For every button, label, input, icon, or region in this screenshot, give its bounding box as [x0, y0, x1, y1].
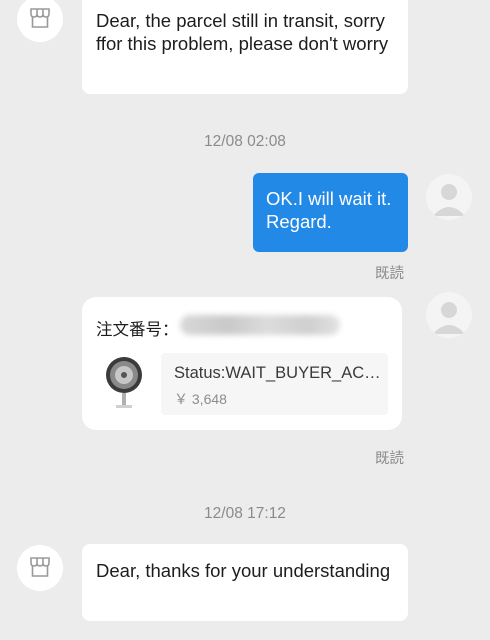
- user-avatar[interactable]: [426, 174, 472, 220]
- shop-avatar[interactable]: [17, 0, 63, 42]
- timestamp: 12/08 02:08: [204, 133, 286, 150]
- read-receipt: 既読: [375, 266, 404, 282]
- chat-conversation: Dear, the parcel still in transit, sorry…: [0, 0, 490, 640]
- storefront-icon: [30, 557, 50, 577]
- order-number-redacted: [180, 315, 340, 335]
- message-text: OK.I will wait it. Regard.: [266, 188, 392, 232]
- order-card[interactable]: 注文番号： Status:WAIT_BUYER_ACCEPT_GOODS ￥ 3…: [82, 297, 402, 430]
- order-status: Status:WAIT_BUYER_ACCEPT_GOODS: [174, 364, 386, 382]
- message-bubble-incoming[interactable]: Dear, the parcel still in transit, sorry…: [82, 0, 408, 94]
- message-bubble-incoming[interactable]: Dear, thanks for your understanding: [82, 544, 408, 621]
- message-text: Dear, the parcel still in transit, sorry…: [96, 10, 389, 54]
- read-receipt: 既読: [375, 451, 404, 467]
- product-thumbnail[interactable]: [102, 353, 146, 413]
- order-number-label: 注文番号：: [96, 321, 179, 339]
- person-icon: [433, 302, 465, 334]
- product-info[interactable]: Status:WAIT_BUYER_ACCEPT_GOODS ￥ 3,648: [161, 353, 388, 415]
- storefront-icon: [30, 8, 50, 28]
- message-bubble-outgoing[interactable]: OK.I will wait it. Regard.: [253, 173, 408, 252]
- shop-avatar[interactable]: [17, 545, 63, 591]
- order-price: ￥ 3,648: [174, 391, 227, 407]
- user-avatar[interactable]: [426, 292, 472, 338]
- message-text: Dear, thanks for your understanding: [96, 560, 391, 581]
- timestamp: 12/08 17:12: [204, 505, 286, 522]
- person-icon: [433, 184, 465, 216]
